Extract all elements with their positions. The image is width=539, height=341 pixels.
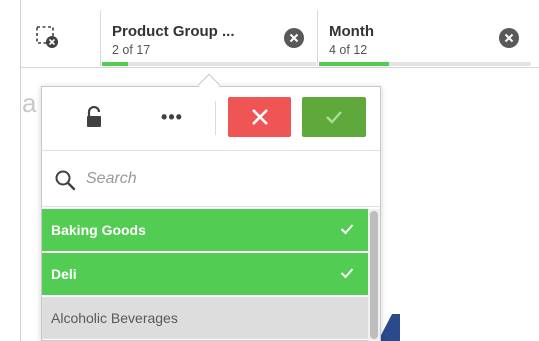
- search-row: [42, 151, 380, 207]
- more-options-button[interactable]: •••: [152, 97, 192, 137]
- list-scrollbar[interactable]: [368, 209, 380, 341]
- background-title-fragment: a: [22, 88, 37, 118]
- close-icon: [504, 33, 514, 43]
- toolbar-divider: [215, 101, 216, 135]
- clear-all-selections-button[interactable]: [32, 22, 62, 52]
- selection-field-title: Product Group ...: [112, 23, 235, 40]
- selection-progress-track: [102, 62, 316, 66]
- list-item[interactable]: Deli: [42, 253, 368, 295]
- unlock-icon: [87, 106, 101, 127]
- selection-field-title: Month: [329, 23, 374, 40]
- clear-selection-button[interactable]: [499, 28, 519, 48]
- list-item[interactable]: Baking Goods: [42, 209, 368, 251]
- list-item-label: Alcoholic Beverages: [51, 310, 178, 326]
- lock-selection-button[interactable]: [72, 97, 116, 137]
- clear-selection-button[interactable]: [284, 28, 304, 48]
- list-item-label: Baking Goods: [51, 222, 146, 238]
- selection-count: 4 of 12: [329, 43, 368, 57]
- confirm-selection-button[interactable]: [302, 97, 366, 137]
- selection-item-month[interactable]: Month 4 of 12: [319, 14, 531, 66]
- list-item[interactable]: Alcoholic Beverages: [42, 297, 368, 339]
- list-scrollbar-thumb[interactable]: [370, 211, 378, 339]
- value-list: Baking Goods Deli Alcoholic Beverages: [42, 209, 380, 341]
- checkmark-icon: [326, 111, 342, 124]
- close-icon: [251, 109, 268, 125]
- checkmark-icon: [340, 268, 354, 279]
- popover-toolbar: •••: [42, 87, 380, 151]
- selection-progress-fill: [319, 62, 389, 66]
- search-icon: [55, 170, 76, 191]
- selection-count: 2 of 17: [112, 43, 151, 57]
- search-input[interactable]: [86, 165, 356, 193]
- list-item-label: Deli: [51, 266, 77, 282]
- selection-progress-fill: [102, 62, 128, 66]
- close-icon: [289, 33, 299, 43]
- selection-popover: ••• Baking Goods Deli Alcoholic Beverage…: [41, 86, 381, 341]
- divider: [100, 10, 101, 66]
- cancel-selection-button[interactable]: [228, 97, 291, 137]
- divider: [317, 10, 318, 66]
- selection-item-product-group[interactable]: Product Group ... 2 of 17: [102, 14, 316, 66]
- checkmark-icon: [340, 224, 354, 235]
- selection-progress-track: [319, 62, 531, 66]
- clear-selections-icon: [36, 26, 58, 48]
